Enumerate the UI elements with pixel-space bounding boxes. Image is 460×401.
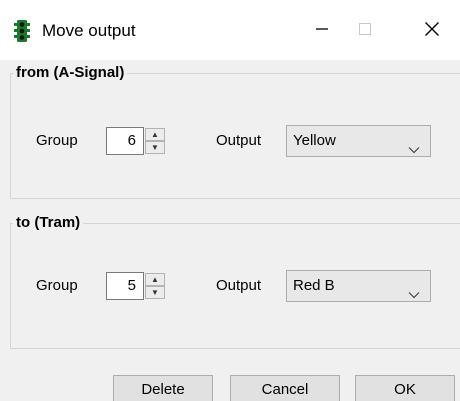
window-title: Move output — [42, 21, 136, 40]
cancel-button[interactable]: Cancel — [230, 375, 340, 401]
minimize-button[interactable] — [300, 16, 344, 46]
maximize-icon — [358, 22, 372, 41]
maximize-button[interactable] — [343, 16, 387, 46]
delete-button[interactable]: Delete — [113, 375, 213, 401]
ok-button[interactable]: OK — [355, 375, 455, 401]
to-output-label: Output — [216, 277, 262, 294]
spinner-down-icon[interactable]: ▼ — [145, 141, 165, 154]
spinner-up-icon[interactable]: ▲ — [145, 128, 165, 141]
chevron-down-icon — [408, 136, 420, 154]
from-group-spinner[interactable]: ▲ ▼ — [145, 128, 165, 154]
from-output-value: Yellow — [293, 132, 336, 149]
chevron-down-icon — [408, 281, 420, 299]
from-output-label: Output — [216, 132, 262, 149]
to-group-input[interactable]: 5 — [106, 272, 144, 300]
close-icon — [424, 21, 440, 42]
to-output-value: Red B — [293, 277, 335, 294]
close-button[interactable] — [410, 16, 454, 46]
from-section-title: from (A-Signal) — [13, 64, 128, 82]
spinner-down-icon[interactable]: ▼ — [145, 286, 165, 299]
to-group-spinner[interactable]: ▲ ▼ — [145, 273, 165, 299]
from-output-select[interactable]: Yellow — [286, 125, 431, 157]
from-group-label: Group — [36, 132, 78, 149]
minimize-icon — [315, 22, 329, 41]
title-bar[interactable]: Move output — [0, 0, 460, 60]
to-section-title: to (Tram) — [13, 214, 84, 232]
spinner-up-icon[interactable]: ▲ — [145, 273, 165, 286]
to-output-select[interactable]: Red B — [286, 270, 431, 302]
traffic-light-icon — [14, 20, 30, 42]
to-group-label: Group — [36, 277, 78, 294]
from-group-input[interactable]: 6 — [106, 127, 144, 155]
dialog-body: from (A-Signal) Group 6 ▲ ▼ Output Yello… — [0, 60, 460, 401]
